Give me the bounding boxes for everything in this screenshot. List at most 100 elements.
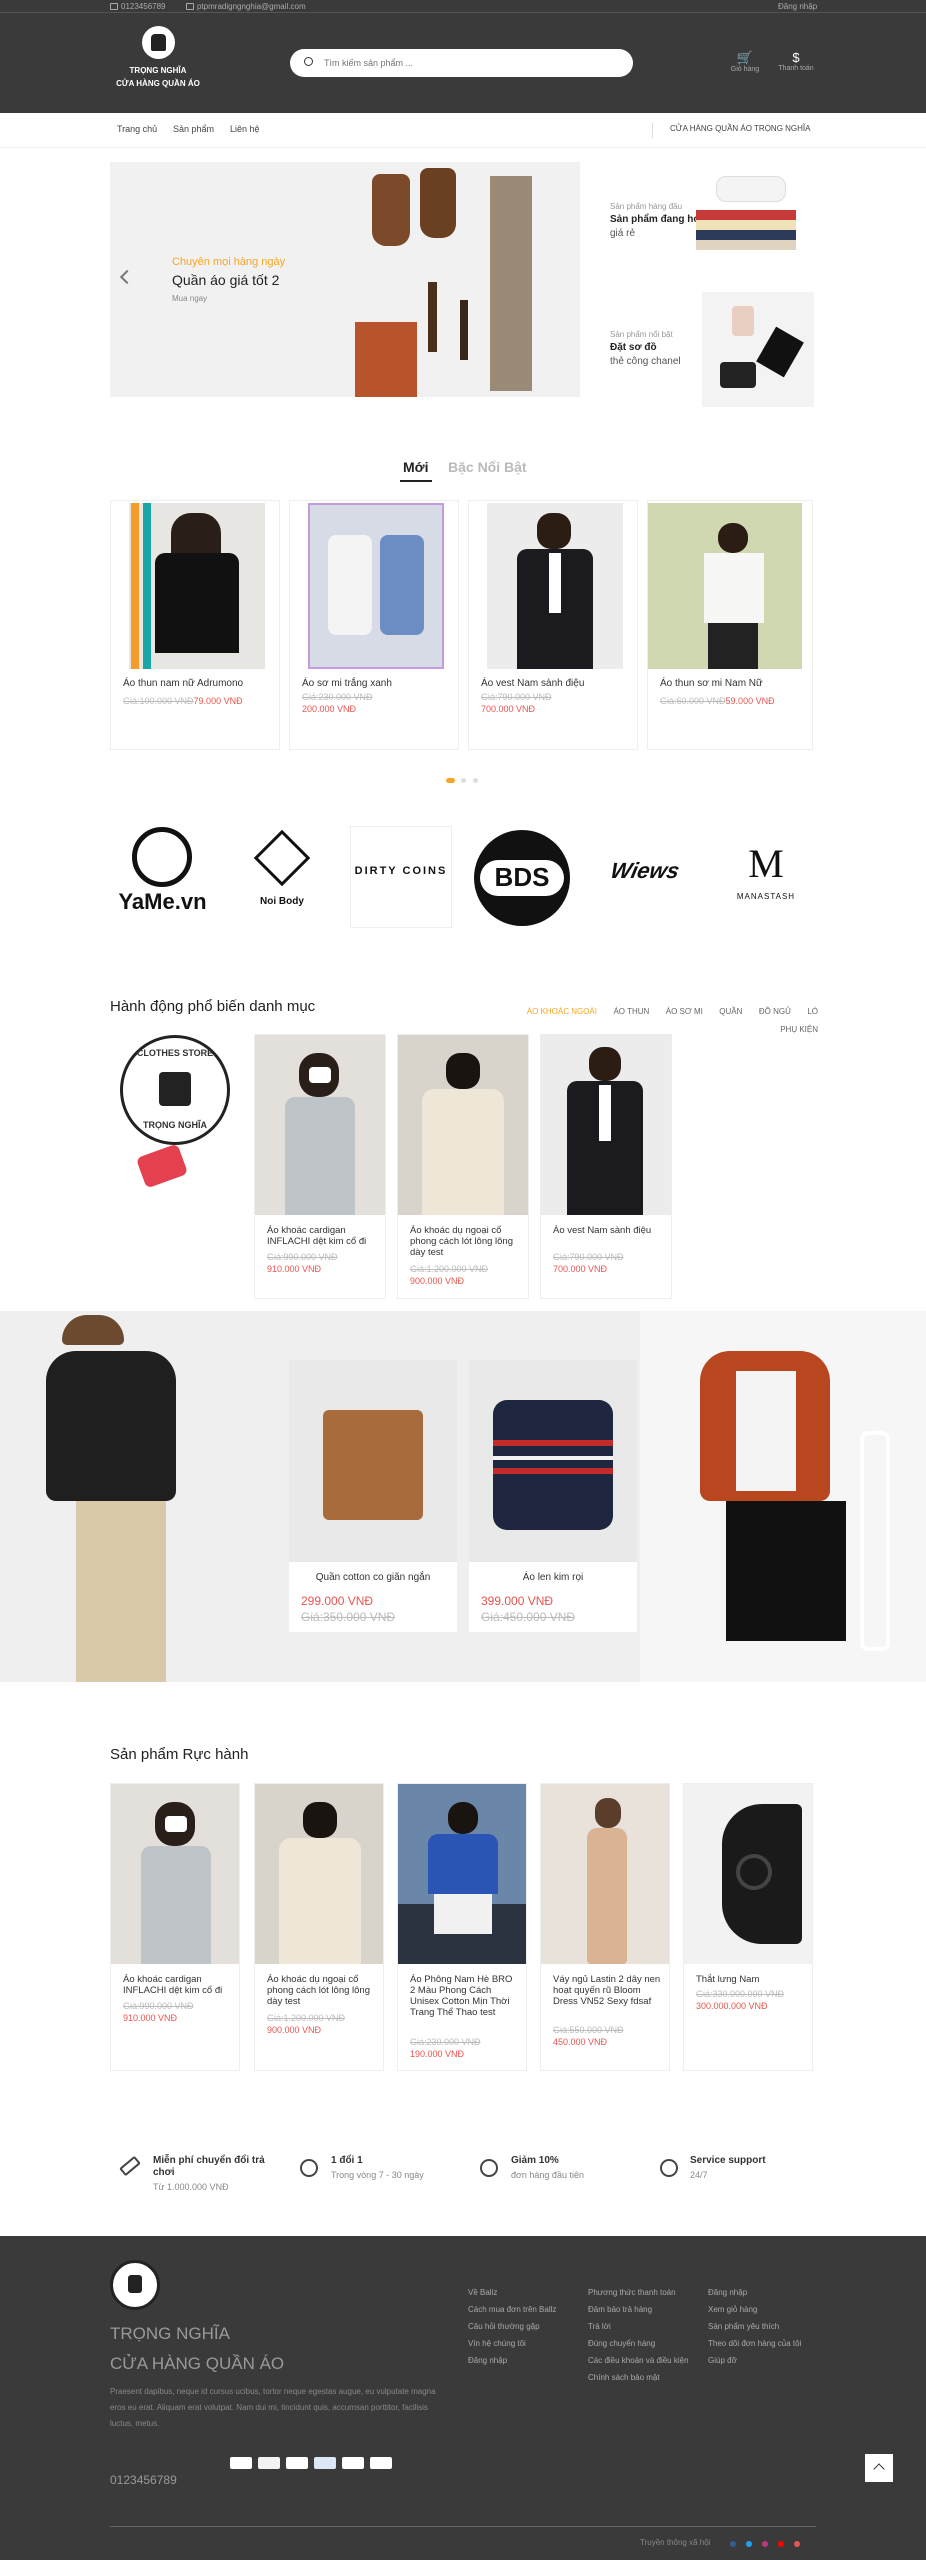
tab-featured[interactable]: Bặc Nổi Bật (448, 459, 527, 475)
footer-link[interactable]: Vín hệ chúng tôi (468, 2335, 588, 2352)
product-name[interactable]: Áo sơ mi trắng xanh (302, 678, 452, 690)
brand-name[interactable]: TRỌNG NGHĨA CỬA HÀNG QUẦN ÁO (112, 64, 204, 90)
footer-link[interactable]: Phương thức thanh toán (588, 2284, 700, 2301)
hero-cta[interactable]: Mua ngay (172, 294, 207, 303)
cat-tab-pants[interactable]: QUẦN (719, 1007, 742, 1016)
product-name[interactable]: Quần cotton co giãn ngắn (289, 1572, 457, 1583)
product-image[interactable] (111, 1784, 239, 1964)
nav-home[interactable]: Trang chủ (117, 124, 157, 134)
footer-link[interactable]: Đăng nhập (468, 2352, 588, 2369)
product-card[interactable]: Áo thun nam nữ Adrumono Giá:100.000 VNĐ7… (110, 500, 280, 750)
brand-logo-manastash[interactable]: M MANASTASH (720, 840, 812, 920)
footer-link[interactable]: Xem giỏ hàng (708, 2301, 814, 2318)
product-name[interactable]: Áo vest Nam sành điệu (481, 678, 631, 690)
product-name[interactable]: Váy ngủ Lastin 2 dây nen hoạt quyến rũ B… (553, 1974, 663, 2007)
product-card[interactable]: Áo thun sơ mi Nam Nữ Giá:60.000 VNĐ59.00… (647, 500, 813, 750)
cat-tab-tshirt[interactable]: ÁO THUN (613, 1007, 649, 1016)
cat-tab-accessories[interactable]: PHỤ KIỆN (780, 1025, 818, 1034)
category-product-card[interactable]: Áo vest Nam sành điệu Giá:790.000 VNĐ 700… (540, 1034, 672, 1299)
footer-link[interactable]: Sản phẩm yêu thích (708, 2318, 814, 2335)
product-name[interactable]: Áo thun sơ mi Nam Nữ (660, 678, 810, 690)
footer-logo-icon[interactable] (110, 2260, 160, 2310)
product-name[interactable]: Áo vest Nam sành điệu (553, 1225, 663, 1236)
product-name[interactable]: Áo khoác dụ ngoại cổ phong cách lót lông… (267, 1974, 377, 2007)
promo-card[interactable]: Quần cotton co giãn ngắn 299.000 VNĐ Giá… (289, 1360, 457, 1632)
back-to-top-button[interactable] (865, 2454, 893, 2482)
carousel-dot[interactable] (461, 778, 466, 783)
search-input[interactable] (324, 49, 614, 77)
promo-card[interactable]: Áo len kim rọi 399.000 VNĐ Giá:450.000 V… (469, 1360, 637, 1632)
footer-link[interactable]: Trả lời (588, 2318, 700, 2335)
product-image[interactable] (255, 1784, 383, 1964)
carousel-dot-active[interactable] (446, 778, 455, 783)
product-image[interactable] (308, 503, 444, 669)
cat-tab-other[interactable]: LÓ (807, 1007, 818, 1016)
footer-link[interactable]: Câu hỏi thường gặp (468, 2318, 588, 2335)
product-image[interactable] (469, 1360, 637, 1562)
brand-logo-noibody[interactable]: Noi Body (252, 829, 312, 918)
chevron-left-icon[interactable] (119, 269, 135, 285)
product-image[interactable] (487, 503, 623, 669)
hero-slider[interactable]: Chuyên mọi hàng ngày Quần áo giá tốt 2 M… (110, 162, 580, 397)
nav-store-label[interactable]: CỬA HÀNG QUẦN ÁO TRỌNG NGHĨA (670, 124, 810, 133)
product-name[interactable]: Áo thun nam nữ Adrumono (123, 678, 273, 690)
hot-product-card[interactable]: Thắt lưng Nam Giá:330.000.000 VNĐ 300.000… (683, 1783, 813, 2071)
product-name[interactable]: Áo len kim rọi (469, 1572, 637, 1583)
product-name[interactable]: Áo khoác cardigan INFLACHI dệt kim cổ đi (123, 1974, 233, 1996)
email-contact[interactable]: ptpmradigngnghia@gmail.com (186, 2, 306, 11)
category-product-card[interactable]: Áo khoác dụ ngoại cổ phong cách lót lông… (397, 1034, 529, 1299)
logo-icon[interactable] (142, 26, 175, 59)
side-banner-hot[interactable]: Sản phẩm hàng đầu Sản phẩm đang hot giá … (602, 162, 814, 277)
footer-phone[interactable]: 0123456789 (110, 2473, 177, 2487)
brand-logo-dirtycoins[interactable]: DIRTY COINS (350, 826, 452, 928)
product-image[interactable] (398, 1035, 528, 1215)
product-image[interactable] (398, 1784, 526, 1964)
footer-link[interactable]: Đảm bảo trả hàng (588, 2301, 700, 2318)
side-banner-featured[interactable]: Sản phẩm nổi bật Đặt sơ đồ thẻ công chan… (602, 292, 814, 407)
phone-contact[interactable]: 0123456789 (110, 2, 166, 11)
cat-tab-shirt[interactable]: ÁO SƠ MI (666, 1007, 703, 1016)
footer-link[interactable]: Các điều khoản và điều kiện (588, 2352, 700, 2369)
product-name[interactable]: Áo khoác dụ ngoại cổ phong cách lót lông… (410, 1225, 520, 1258)
cart-button[interactable]: 🛒 Giỏ hàng (725, 50, 765, 73)
youtube-icon[interactable] (778, 2541, 784, 2547)
twitter-icon[interactable] (746, 2541, 752, 2547)
footer-link[interactable]: Theo dõi đơn hàng của tôi (708, 2335, 814, 2352)
product-name[interactable]: Thắt lưng Nam (696, 1974, 806, 1985)
footer-link[interactable]: Về Baliz (468, 2284, 588, 2301)
product-image[interactable] (684, 1784, 812, 1964)
product-name[interactable]: Áo Phông Nam Hè BRO 2 Màu Phong Cách Uni… (410, 1974, 520, 2018)
nav-contact[interactable]: Liên hệ (230, 124, 260, 134)
product-image[interactable] (289, 1360, 457, 1562)
footer-link[interactable]: Giúp đỡ (708, 2352, 814, 2369)
product-image[interactable] (255, 1035, 385, 1215)
category-product-card[interactable]: Áo khoác cardigan INFLACHI dệt kim cổ đi… (254, 1034, 386, 1299)
footer-link[interactable]: Cách mua đơn trên Ballz (468, 2301, 588, 2318)
product-image[interactable] (541, 1784, 669, 1964)
tab-new[interactable]: Mới (403, 459, 429, 475)
store-badge[interactable]: CLOTHES STORE TRỌNG NGHĨA (120, 1035, 230, 1145)
payment-button[interactable]: $ Thanh toán (776, 50, 816, 72)
login-link[interactable]: Đăng nhập (778, 2, 817, 11)
product-card[interactable]: Áo sơ mi trắng xanh Giá:230.000 VNĐ 200.0… (289, 500, 459, 750)
product-image[interactable] (541, 1035, 671, 1215)
instagram-icon[interactable] (762, 2541, 768, 2547)
footer-link[interactable]: Đúng chuyển hàng (588, 2335, 700, 2352)
brand-logo-yame[interactable]: YaMe.vn (110, 827, 215, 917)
cat-tab-sleepwear[interactable]: ĐỒ NGỦ (759, 1007, 791, 1016)
brand-logo-wiews[interactable]: Wiews (597, 858, 693, 884)
pinterest-icon[interactable] (794, 2541, 800, 2547)
product-image[interactable] (648, 503, 802, 669)
search-icon[interactable] (304, 57, 313, 66)
cat-tab-jacket[interactable]: ÁO KHOÁC NGOÀI (527, 1007, 597, 1016)
product-card[interactable]: Áo vest Nam sành điệu Giá:790.000 VNĐ 700… (468, 500, 638, 750)
hot-product-card[interactable]: Áo khoác dụ ngoại cổ phong cách lót lông… (254, 1783, 384, 2071)
hot-product-card[interactable]: Áo Phông Nam Hè BRO 2 Màu Phong Cách Uni… (397, 1783, 527, 2071)
product-image[interactable] (129, 503, 265, 669)
footer-link[interactable]: Chính sách bảo mật (588, 2369, 700, 2386)
nav-products[interactable]: Sản phẩm (173, 124, 214, 134)
product-name[interactable]: Áo khoác cardigan INFLACHI dệt kim cổ đi (267, 1225, 377, 1247)
hot-product-card[interactable]: Áo khoác cardigan INFLACHI dệt kim cổ đi… (110, 1783, 240, 2071)
footer-link[interactable]: Đăng nhập (708, 2284, 814, 2301)
hot-product-card[interactable]: Váy ngủ Lastin 2 dây nen hoạt quyến rũ B… (540, 1783, 670, 2071)
